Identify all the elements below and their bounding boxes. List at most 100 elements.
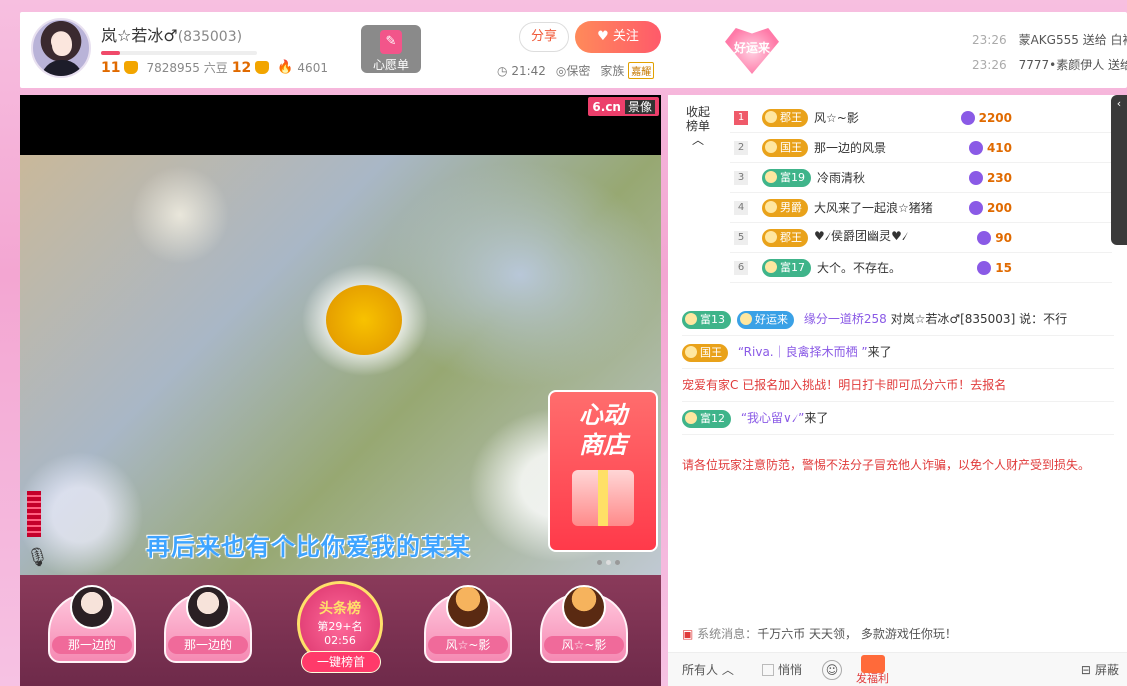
- microphone-icon[interactable]: 🎙: [26, 547, 49, 568]
- one-click-top-button[interactable]: 一键榜首: [301, 651, 381, 673]
- chat-user[interactable]: “我心留∨৴”: [741, 411, 805, 425]
- seat-name: 风☆~影: [544, 636, 624, 654]
- seat-avatar: [186, 585, 230, 629]
- chat-input-bar: 所有人 ︿ 悄悄 ☺ 发福利 ⊟ 屏蔽: [668, 652, 1127, 686]
- anchor-avatar[interactable]: [31, 18, 91, 78]
- headline-chart[interactable]: 头条榜 第29+名 02:56 一键榜首: [283, 581, 397, 681]
- gift-box-icon: [572, 470, 634, 526]
- chat-text: 来了: [804, 411, 829, 425]
- shop-title: 心动 商店: [579, 401, 627, 459]
- user-badge: 男爵: [762, 198, 808, 217]
- ranking-row[interactable]: 3 富19 冷雨清秋 230: [730, 163, 1112, 193]
- ranking-row[interactable]: 1 郡王 风☆~影 2200: [730, 103, 1112, 133]
- side-collapse-tab[interactable]: ‹: [1111, 95, 1127, 245]
- block-icon: ⊟: [1080, 662, 1091, 677]
- ranking-row[interactable]: 2 国王 那一边的风景 410: [730, 133, 1112, 163]
- location: 保密: [566, 64, 591, 78]
- user-badge: 富12: [682, 410, 731, 428]
- share-button[interactable]: 分享: [519, 22, 569, 52]
- seat-name: 那一边的: [52, 636, 132, 654]
- fraud-warning: 请各位玩家注意防范，警惕不法分子冒充他人诈骗，以免个人财产受到损失。: [682, 458, 1091, 472]
- wish-list-icon: ✎: [380, 30, 402, 54]
- location-icon: ◎: [555, 64, 567, 78]
- wish-list-label: 心愿单: [372, 58, 409, 72]
- chat-user[interactable]: 缘分一道桥258: [804, 312, 887, 326]
- seat-1[interactable]: 那一边的: [44, 583, 140, 673]
- chat-message: 富13 好运来 缘分一道桥258 对岚☆若冰♂[835003] 说：不行: [682, 303, 1114, 336]
- recipient-select[interactable]: 所有人 ︿: [682, 661, 762, 678]
- room-header: 岚☆若冰♂(835003) 11 7828955 六豆 12 🔥 4601 ✎ …: [20, 12, 1127, 88]
- chat-event-text: 宠爱有家C 已报名加入挑战！明日打卡即可瓜分六币！去报名: [682, 378, 1007, 392]
- system-message: ▣ 系统消息：千万六币 天天领， 多款游戏任你玩！: [682, 627, 957, 641]
- follow-label: 关注: [612, 29, 639, 44]
- level-progress-bar: [101, 51, 257, 55]
- seat-4[interactable]: 风☆~影: [536, 583, 632, 673]
- lyric-line: 再后来也有个比你爱我的某某: [146, 533, 471, 561]
- banner-pager[interactable]: [590, 560, 626, 570]
- heart-shop-banner[interactable]: 心动 商店: [548, 390, 658, 552]
- gift-feed: 23:26 蒙AKG555 送给 白裙 23:26 7777•素颜伊人 送给: [972, 28, 1127, 78]
- daisy-image: [326, 285, 402, 355]
- video-player[interactable]: 6.cn 景像 🎙 再后来也有个比你爱我的某某 心动 商店 那一边的 那一边的 头…: [20, 95, 661, 686]
- welfare-icon: [860, 654, 885, 673]
- stream-time: 21:42: [511, 63, 546, 78]
- anchor-id: (835003): [177, 29, 243, 45]
- user-badge: 郡王: [762, 228, 808, 247]
- headline-chart-title: 头条榜: [319, 601, 361, 617]
- room-meta: ◷ 21:42 ◎保密 家族 嘉耀: [497, 62, 655, 79]
- user-name: 那一边的风景: [814, 141, 887, 155]
- side-panel: 收起 榜单 ︿ 1 郡王 风☆~影 2200 2 国王 那一边的风景 410 3…: [668, 95, 1127, 686]
- seat-2[interactable]: 那一边的: [160, 583, 256, 673]
- follow-button[interactable]: ♥ 关注: [575, 21, 661, 53]
- chat-message[interactable]: 宠爱有家C 已报名加入挑战！明日打卡即可瓜分六币！去报名: [682, 369, 1114, 402]
- headline-chart-time: 02:56: [324, 634, 356, 647]
- gift-feed-item: 23:26 蒙AKG555 送给 白裙: [972, 33, 1127, 47]
- headline-chart-rank: 第29+名: [317, 620, 363, 633]
- user-badge: 富17: [762, 258, 811, 277]
- chevron-up-icon: ︿: [721, 663, 734, 677]
- gift-feed-item: 23:26 7777•素颜伊人 送给: [972, 58, 1127, 72]
- user-badge: 郡王: [762, 108, 808, 127]
- anchor-name: 岚☆若冰♂(835003): [101, 22, 242, 46]
- volume-meter: [27, 491, 41, 537]
- heat-count: 4601: [297, 60, 328, 75]
- ranking-row[interactable]: 6 富17 大个。不存在。 15: [730, 253, 1112, 283]
- family-tag[interactable]: 嘉耀: [628, 62, 655, 79]
- ranking-list: 1 郡王 风☆~影 2200 2 国王 那一边的风景 410 3 富19 冷雨清…: [730, 103, 1112, 283]
- crown-icon: [124, 61, 139, 74]
- block-button[interactable]: ⊟ 屏蔽: [1081, 661, 1119, 678]
- system-icon: ▣: [682, 627, 694, 641]
- collapse-ranking-button[interactable]: 收起 榜单 ︿: [682, 105, 714, 147]
- bolt-icon: [977, 230, 992, 245]
- crown-icon: [255, 61, 270, 74]
- luck-badge[interactable]: 好运来: [725, 28, 779, 74]
- welfare-button[interactable]: 发福利: [856, 654, 889, 685]
- star-level: 12: [231, 59, 252, 76]
- chat-message: 国王 “Riva.｜良禽择木而栖 ”来了: [682, 336, 1114, 369]
- bolt-icon: [960, 110, 975, 125]
- user-name: 大风来了一起浪☆猪猪: [814, 201, 933, 215]
- avatar-body: [41, 60, 83, 76]
- clock-icon: ◷: [497, 63, 508, 78]
- wish-list-button[interactable]: ✎ 心愿单: [361, 25, 421, 73]
- user-badge: 富13: [682, 311, 731, 329]
- luck-badge-small: 好运来: [737, 311, 794, 329]
- bolt-icon: [968, 140, 983, 155]
- avatar-face: [52, 32, 72, 56]
- chat-user[interactable]: “Riva.｜良禽择木而栖 ”: [738, 345, 868, 359]
- chat-message: 富12 “我心留∨৴”来了: [682, 402, 1114, 435]
- wealth-level: 11: [101, 59, 121, 76]
- level-row: 11 7828955 六豆 12 🔥 4601: [101, 59, 328, 76]
- chat-text: 对岚☆若冰♂[835003] 说：不行: [890, 312, 1068, 326]
- seat-name: 那一边的: [168, 636, 248, 654]
- emoji-icon[interactable]: ☺: [822, 659, 842, 680]
- bolt-icon: [977, 260, 992, 275]
- whisper-checkbox[interactable]: 悄悄: [762, 661, 814, 678]
- seat-3[interactable]: 风☆~影: [420, 583, 516, 673]
- seat-name: 风☆~影: [428, 636, 508, 654]
- ranking-row[interactable]: 5 郡王 ♥৴侯爵团幽灵♥৴ 90: [730, 223, 1112, 253]
- bolt-icon: [968, 170, 983, 185]
- chevron-left-icon: ‹: [1116, 97, 1122, 110]
- user-name: 冷雨清秋: [817, 171, 866, 185]
- ranking-row[interactable]: 4 男爵 大风来了一起浪☆猪猪 200: [730, 193, 1112, 223]
